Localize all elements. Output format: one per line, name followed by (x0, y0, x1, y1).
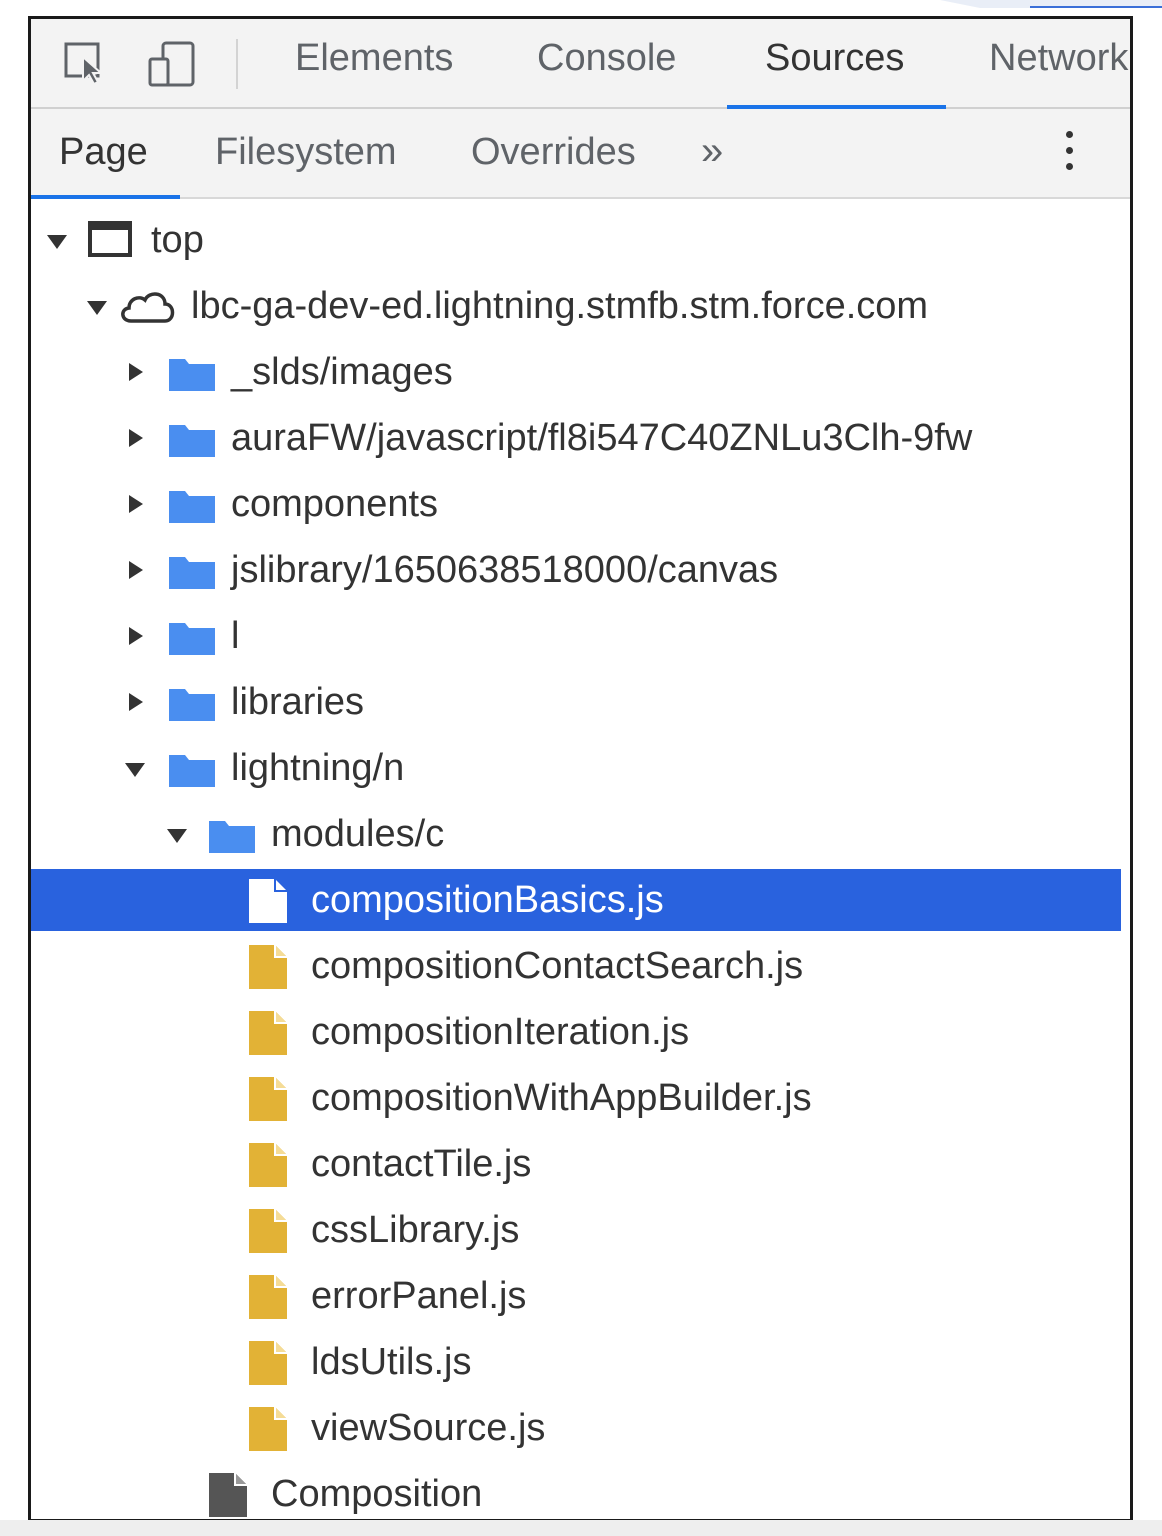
folder-icon (209, 821, 255, 853)
tree-item-folder[interactable]: lightning/n (31, 737, 1121, 799)
expand-arrow-icon[interactable] (129, 495, 143, 513)
tree-item-label: compositionWithAppBuilder.js (311, 1077, 812, 1119)
tree-item-label: lightning/n (231, 747, 405, 789)
tree-item-folder[interactable]: libraries (31, 671, 1121, 733)
expand-arrow-icon[interactable] (167, 829, 187, 843)
tree-item-file[interactable]: errorPanel.js (31, 1265, 1121, 1327)
tree-item-label: lbc-ga-dev-ed.lightning.stmfb.stm.force.… (191, 285, 929, 327)
tree-item-label: compositionBasics.js (311, 879, 664, 921)
tree-item-domain[interactable]: lbc-ga-dev-ed.lightning.stmfb.stm.force.… (31, 275, 1121, 337)
tree-item-folder[interactable]: jslibrary/1650638518000/canvas (31, 539, 1121, 601)
tree-item-file[interactable]: compositionWithAppBuilder.js (31, 1067, 1121, 1129)
tree-item-label: ldsUtils.js (311, 1341, 472, 1383)
sources-sub-toolbar: Page Filesystem Overrides » (31, 109, 1130, 199)
tree-item-label: viewSource.js (311, 1407, 546, 1449)
tab-network[interactable]: Network (989, 37, 1128, 107)
js-file-icon (249, 1341, 287, 1385)
tab-console[interactable]: Console (537, 37, 676, 107)
folder-icon (169, 425, 215, 457)
tree-item-label: l (231, 615, 240, 657)
expand-arrow-icon[interactable] (125, 763, 145, 777)
expand-arrow-icon[interactable] (129, 627, 143, 645)
tree-item-label: errorPanel.js (311, 1275, 527, 1317)
devtools-panel: Elements Console Sources Network Page Fi… (28, 16, 1133, 1522)
js-file-icon (249, 945, 287, 989)
kebab-menu-icon[interactable] (1061, 131, 1077, 177)
tree-item-folder[interactable]: components (31, 473, 1121, 535)
js-file-icon (249, 1077, 287, 1121)
tree-item-document[interactable]: Composition (31, 1463, 1121, 1519)
tree-item-label: cssLibrary.js (311, 1209, 520, 1251)
frame-icon (88, 221, 132, 257)
tree-item-file[interactable]: viewSource.js (31, 1397, 1121, 1459)
js-file-icon (249, 1275, 287, 1319)
expand-arrow-icon[interactable] (129, 363, 143, 381)
tab-overrides[interactable]: Overrides (471, 131, 636, 197)
file-icon (249, 879, 287, 923)
tree-item-file[interactable]: ldsUtils.js (31, 1331, 1121, 1393)
tree-item-file[interactable]: contactTile.js (31, 1133, 1121, 1195)
device-toggle-icon[interactable] (147, 41, 197, 89)
tab-sources[interactable]: Sources (726, 37, 947, 109)
tree-item-label: Composition (271, 1473, 483, 1515)
tree-item-label: compositionContactSearch.js (311, 945, 804, 987)
tree-item-label: components (231, 483, 439, 525)
folder-icon (169, 689, 215, 721)
tree-item-file[interactable]: cssLibrary.js (31, 1199, 1121, 1261)
inspect-element-icon[interactable] (63, 41, 107, 85)
tree-item-folder[interactable]: modules/c (31, 803, 1121, 865)
tree-item-label: modules/c (271, 813, 445, 855)
folder-icon (169, 623, 215, 655)
tab-page[interactable]: Page (31, 131, 180, 199)
tree-item-label: auraFW/javascript/fl8i547C40ZNLu3Clh-9fw (231, 417, 973, 459)
expand-arrow-icon[interactable] (129, 561, 143, 579)
bottom-strip (0, 1520, 1162, 1536)
document-icon (209, 1473, 247, 1517)
main-toolbar: Elements Console Sources Network (31, 19, 1130, 109)
tab-filesystem[interactable]: Filesystem (215, 131, 397, 197)
expand-arrow-icon[interactable] (87, 301, 107, 315)
tree-item-file[interactable]: compositionBasics.js (31, 869, 1121, 931)
js-file-icon (249, 1143, 287, 1187)
tree-item-label: top (151, 219, 204, 261)
expand-arrow-icon[interactable] (129, 429, 143, 447)
tree-item-label: _slds/images (231, 351, 453, 393)
tree-item-label: compositionIteration.js (311, 1011, 690, 1053)
expand-arrow-icon[interactable] (129, 693, 143, 711)
top-right-decoration (940, 0, 1162, 8)
tree-item-label: contactTile.js (311, 1143, 532, 1185)
tree-item-file[interactable]: compositionIteration.js (31, 1001, 1121, 1063)
tab-elements[interactable]: Elements (295, 37, 453, 107)
tree-item-top[interactable]: top (31, 209, 1121, 271)
more-tabs-button[interactable]: » (701, 129, 723, 174)
tree-item-label: jslibrary/1650638518000/canvas (231, 549, 779, 591)
toolbar-separator (236, 39, 238, 89)
folder-icon (169, 491, 215, 523)
folder-icon (169, 359, 215, 391)
folder-icon (169, 557, 215, 589)
tree-item-folder[interactable]: auraFW/javascript/fl8i547C40ZNLu3Clh-9fw (31, 407, 1121, 469)
js-file-icon (249, 1407, 287, 1451)
folder-icon (169, 755, 215, 787)
tree-item-folder[interactable]: l (31, 605, 1121, 667)
cloud-icon (121, 292, 175, 323)
expand-arrow-icon[interactable] (47, 235, 67, 249)
tree-item-file[interactable]: compositionContactSearch.js (31, 935, 1121, 997)
tree-item-label: libraries (231, 681, 365, 723)
js-file-icon (249, 1011, 287, 1055)
tree-item-folder[interactable]: _slds/images (31, 341, 1121, 403)
js-file-icon (249, 1209, 287, 1253)
